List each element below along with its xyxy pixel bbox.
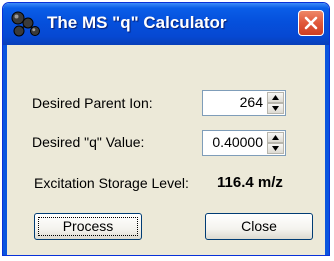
parent-ion-spinner[interactable]: 264 — [202, 90, 286, 116]
window-frame-right — [325, 45, 329, 255]
parent-ion-spin-buttons — [267, 92, 284, 114]
parent-ion-decrement-button[interactable] — [267, 103, 284, 114]
parent-ion-value[interactable]: 264 — [240, 94, 263, 110]
arrow-down-icon — [272, 146, 279, 151]
excitation-label: Excitation Storage Level: — [34, 175, 189, 191]
calculator-window: The MS "q" Calculator Desired Parent Ion… — [2, 2, 330, 256]
arrow-up-icon — [272, 95, 279, 100]
process-button-label: Process — [62, 218, 114, 234]
parent-ion-label: Desired Parent Ion: — [32, 95, 153, 111]
arrow-down-icon — [272, 106, 279, 111]
window-frame-left — [3, 45, 7, 255]
parent-ion-increment-button[interactable] — [267, 92, 284, 103]
excitation-value: 116.4 m/z — [217, 174, 283, 191]
close-button-label: Close — [241, 218, 277, 234]
q-value-decrement-button[interactable] — [267, 143, 284, 154]
close-button[interactable]: Close — [205, 213, 313, 240]
process-button[interactable]: Process — [34, 213, 142, 240]
close-window-button[interactable] — [298, 10, 324, 36]
q-value-spinner[interactable]: 0.40000 — [202, 130, 286, 156]
close-icon — [304, 16, 318, 30]
q-value-spin-buttons — [267, 132, 284, 154]
title-bar[interactable]: The MS "q" Calculator — [3, 3, 329, 45]
q-value-value[interactable]: 0.40000 — [212, 134, 263, 150]
q-value-increment-button[interactable] — [267, 132, 284, 143]
window-title: The MS "q" Calculator — [47, 13, 227, 32]
q-value-label: Desired "q" Value: — [32, 134, 145, 150]
arrow-up-icon — [272, 135, 279, 140]
molecule-icon — [10, 9, 40, 39]
